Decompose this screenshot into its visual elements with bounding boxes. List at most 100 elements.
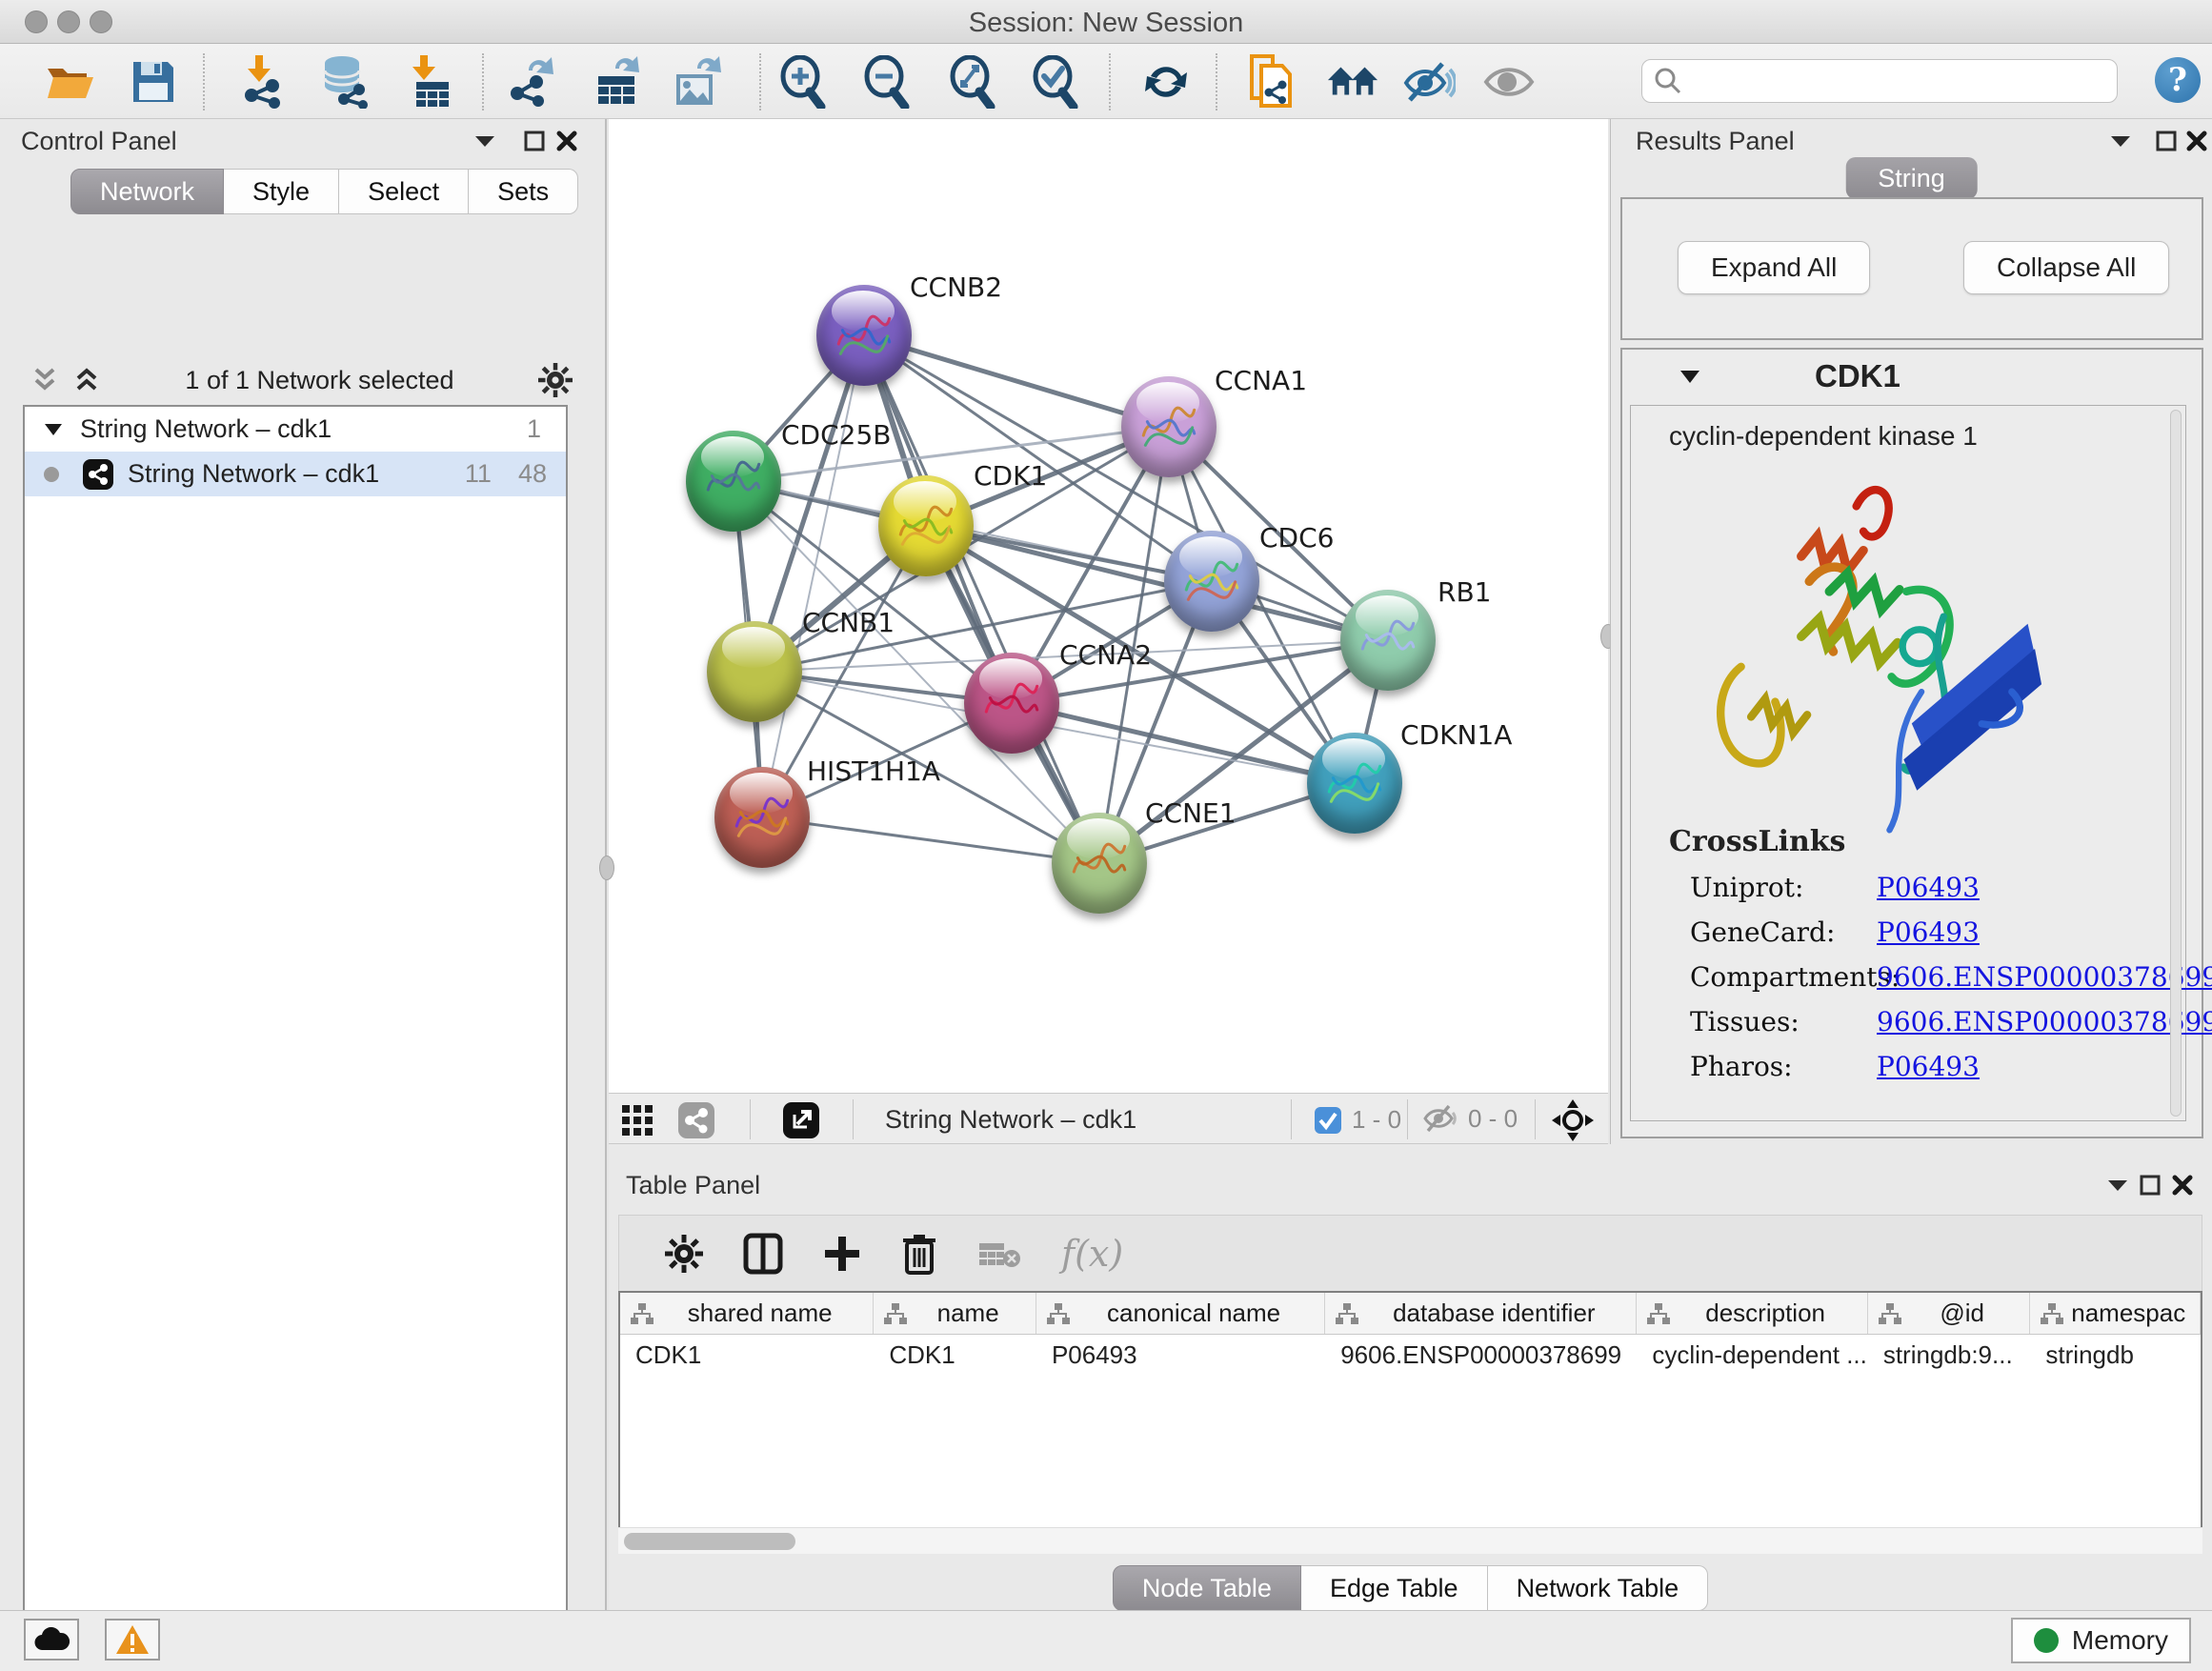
export-image-button[interactable] [672, 55, 725, 109]
import-network-file-button[interactable] [235, 55, 289, 109]
left-splitter-handle[interactable] [599, 856, 614, 880]
node-CCNA1[interactable] [1121, 376, 1217, 477]
protein-card-header[interactable]: CDK1 [1622, 350, 2202, 403]
collapse-all-button[interactable]: Collapse All [1963, 241, 2169, 294]
column-header-description[interactable]: description [1637, 1293, 1867, 1334]
node-CDK1[interactable] [878, 475, 974, 576]
birdseye-toggle-icon[interactable] [677, 1101, 715, 1144]
panel-menu-icon[interactable] [469, 125, 501, 157]
tab-sets[interactable]: Sets [469, 169, 578, 214]
tab-style[interactable]: Style [224, 169, 339, 214]
node-CCNE1[interactable] [1052, 813, 1147, 914]
caret-down-icon[interactable] [1679, 370, 1700, 384]
preview-button[interactable] [1482, 55, 1536, 109]
cloud-button[interactable] [24, 1619, 79, 1661]
warnings-button[interactable] [105, 1619, 160, 1661]
column-header-shared-name[interactable]: shared name [620, 1293, 874, 1334]
panel-menu-icon[interactable] [2104, 125, 2137, 157]
zoom-fit-button[interactable] [946, 55, 999, 109]
panel-close-icon[interactable] [2181, 125, 2212, 157]
grid-view-icon[interactable] [620, 1103, 654, 1142]
delete-column-icon[interactable] [901, 1233, 937, 1275]
network-row-selected[interactable]: String Network – cdk1 11 48 [25, 452, 566, 496]
crosslink-link[interactable]: P06493 [1877, 916, 1980, 948]
tab-edge-table[interactable]: Edge Table [1301, 1565, 1488, 1611]
table-horizontal-scrollbar[interactable] [618, 1527, 2202, 1554]
caret-down-icon[interactable] [44, 423, 63, 436]
detach-view-icon[interactable] [782, 1101, 820, 1144]
crosslink-link[interactable]: 9606.ENSP00000378699 [1877, 961, 2212, 993]
node-CCNA2[interactable] [964, 653, 1059, 754]
hide-show-button[interactable] [1402, 55, 1456, 109]
delete-table-icon[interactable] [977, 1238, 1021, 1270]
node-CDC6[interactable] [1164, 531, 1259, 632]
save-session-button[interactable] [127, 55, 180, 109]
node-CDC25B[interactable] [686, 431, 781, 532]
show-columns-icon[interactable] [743, 1233, 783, 1275]
panel-close-icon[interactable] [2166, 1169, 2199, 1201]
network-collection-row[interactable]: String Network – cdk1 1 [25, 407, 566, 452]
table-cell[interactable]: cyclin-dependent ... [1637, 1335, 1867, 1377]
tab-network[interactable]: Network [70, 169, 224, 214]
table-cell[interactable]: 9606.ENSP00000378699 [1325, 1335, 1637, 1377]
neighbors-button[interactable] [1326, 55, 1379, 109]
node-RB1[interactable] [1340, 590, 1436, 691]
tab-node-table[interactable]: Node Table [1113, 1565, 1301, 1611]
network-canvas[interactable]: CCNB2CCNA1CDC25BCDK1CDC6RB1CCNB1CCNA2CDK… [609, 119, 1608, 1093]
function-builder-icon[interactable]: f(x) [1061, 1233, 1123, 1275]
zoom-in-button[interactable] [776, 55, 830, 109]
selected-checkbox-icon[interactable] [1314, 1106, 1342, 1135]
column-header-database-identifier[interactable]: database identifier [1325, 1293, 1637, 1334]
import-network-database-button[interactable] [319, 55, 372, 109]
table-cell[interactable]: stringdb:9... [1868, 1335, 2031, 1377]
collapse-all-icon[interactable] [30, 368, 59, 393]
table-row[interactable]: CDK1CDK1P064939606.ENSP00000378699cyclin… [620, 1335, 2201, 1377]
search-input[interactable] [1690, 67, 2117, 96]
memory-button[interactable]: Memory [2011, 1618, 2191, 1663]
tab-select[interactable]: Select [339, 169, 469, 214]
panel-menu-icon[interactable] [2101, 1169, 2134, 1201]
node-CCNB2[interactable] [816, 285, 912, 386]
tab-network-table[interactable]: Network Table [1488, 1565, 1709, 1611]
results-scrollbar[interactable] [2170, 410, 2182, 1117]
scrollbar-thumb[interactable] [624, 1533, 795, 1550]
zoom-out-button[interactable] [860, 55, 914, 109]
crosslink-link[interactable]: P06493 [1877, 872, 1980, 903]
expand-all-icon[interactable] [72, 368, 101, 393]
refresh-layout-button[interactable] [1139, 55, 1193, 109]
node-CCNB1[interactable] [707, 621, 802, 722]
node-HIST1H1A[interactable] [714, 767, 810, 868]
column-header-canonical-name[interactable]: canonical name [1036, 1293, 1325, 1334]
crosslink-link[interactable]: P06493 [1877, 1051, 1980, 1082]
export-network-button[interactable] [507, 55, 560, 109]
column-header--id[interactable]: @id [1868, 1293, 2031, 1334]
duplicate-network-button[interactable] [1244, 55, 1297, 109]
panel-float-icon[interactable] [518, 125, 551, 157]
export-table-button[interactable] [592, 55, 645, 109]
hidden-eye-icon[interactable] [1422, 1103, 1458, 1134]
zoom-selected-button[interactable] [1029, 55, 1082, 109]
panel-float-icon[interactable] [2150, 125, 2182, 157]
panel-float-icon[interactable] [2134, 1169, 2166, 1201]
import-table-button[interactable] [401, 55, 454, 109]
node-table[interactable]: shared namenamecanonical namedatabase id… [618, 1291, 2202, 1554]
fit-content-icon[interactable] [1552, 1099, 1594, 1146]
table-header-row: shared namenamecanonical namedatabase id… [620, 1293, 2201, 1335]
open-session-button[interactable] [44, 55, 97, 109]
node-CDKN1A[interactable] [1307, 733, 1402, 834]
gear-icon[interactable] [538, 363, 573, 397]
table-cell[interactable]: P06493 [1036, 1335, 1325, 1377]
crosslink-link[interactable]: 9606.ENSP00000378699 [1877, 1006, 2212, 1037]
expand-all-button[interactable]: Expand All [1678, 241, 1870, 294]
search-field[interactable] [1641, 59, 2118, 103]
column-header-name[interactable]: name [874, 1293, 1036, 1334]
panel-close-icon[interactable] [551, 125, 583, 157]
table-cell[interactable]: CDK1 [874, 1335, 1036, 1377]
add-column-icon[interactable] [823, 1235, 861, 1273]
column-header-namespac[interactable]: namespac [2030, 1293, 2201, 1334]
table-cell[interactable]: CDK1 [620, 1335, 874, 1377]
tab-string[interactable]: String [1845, 157, 1978, 199]
help-button[interactable]: ? [2155, 57, 2201, 103]
gear-icon[interactable] [665, 1235, 703, 1273]
table-cell[interactable]: stringdb [2030, 1335, 2201, 1377]
